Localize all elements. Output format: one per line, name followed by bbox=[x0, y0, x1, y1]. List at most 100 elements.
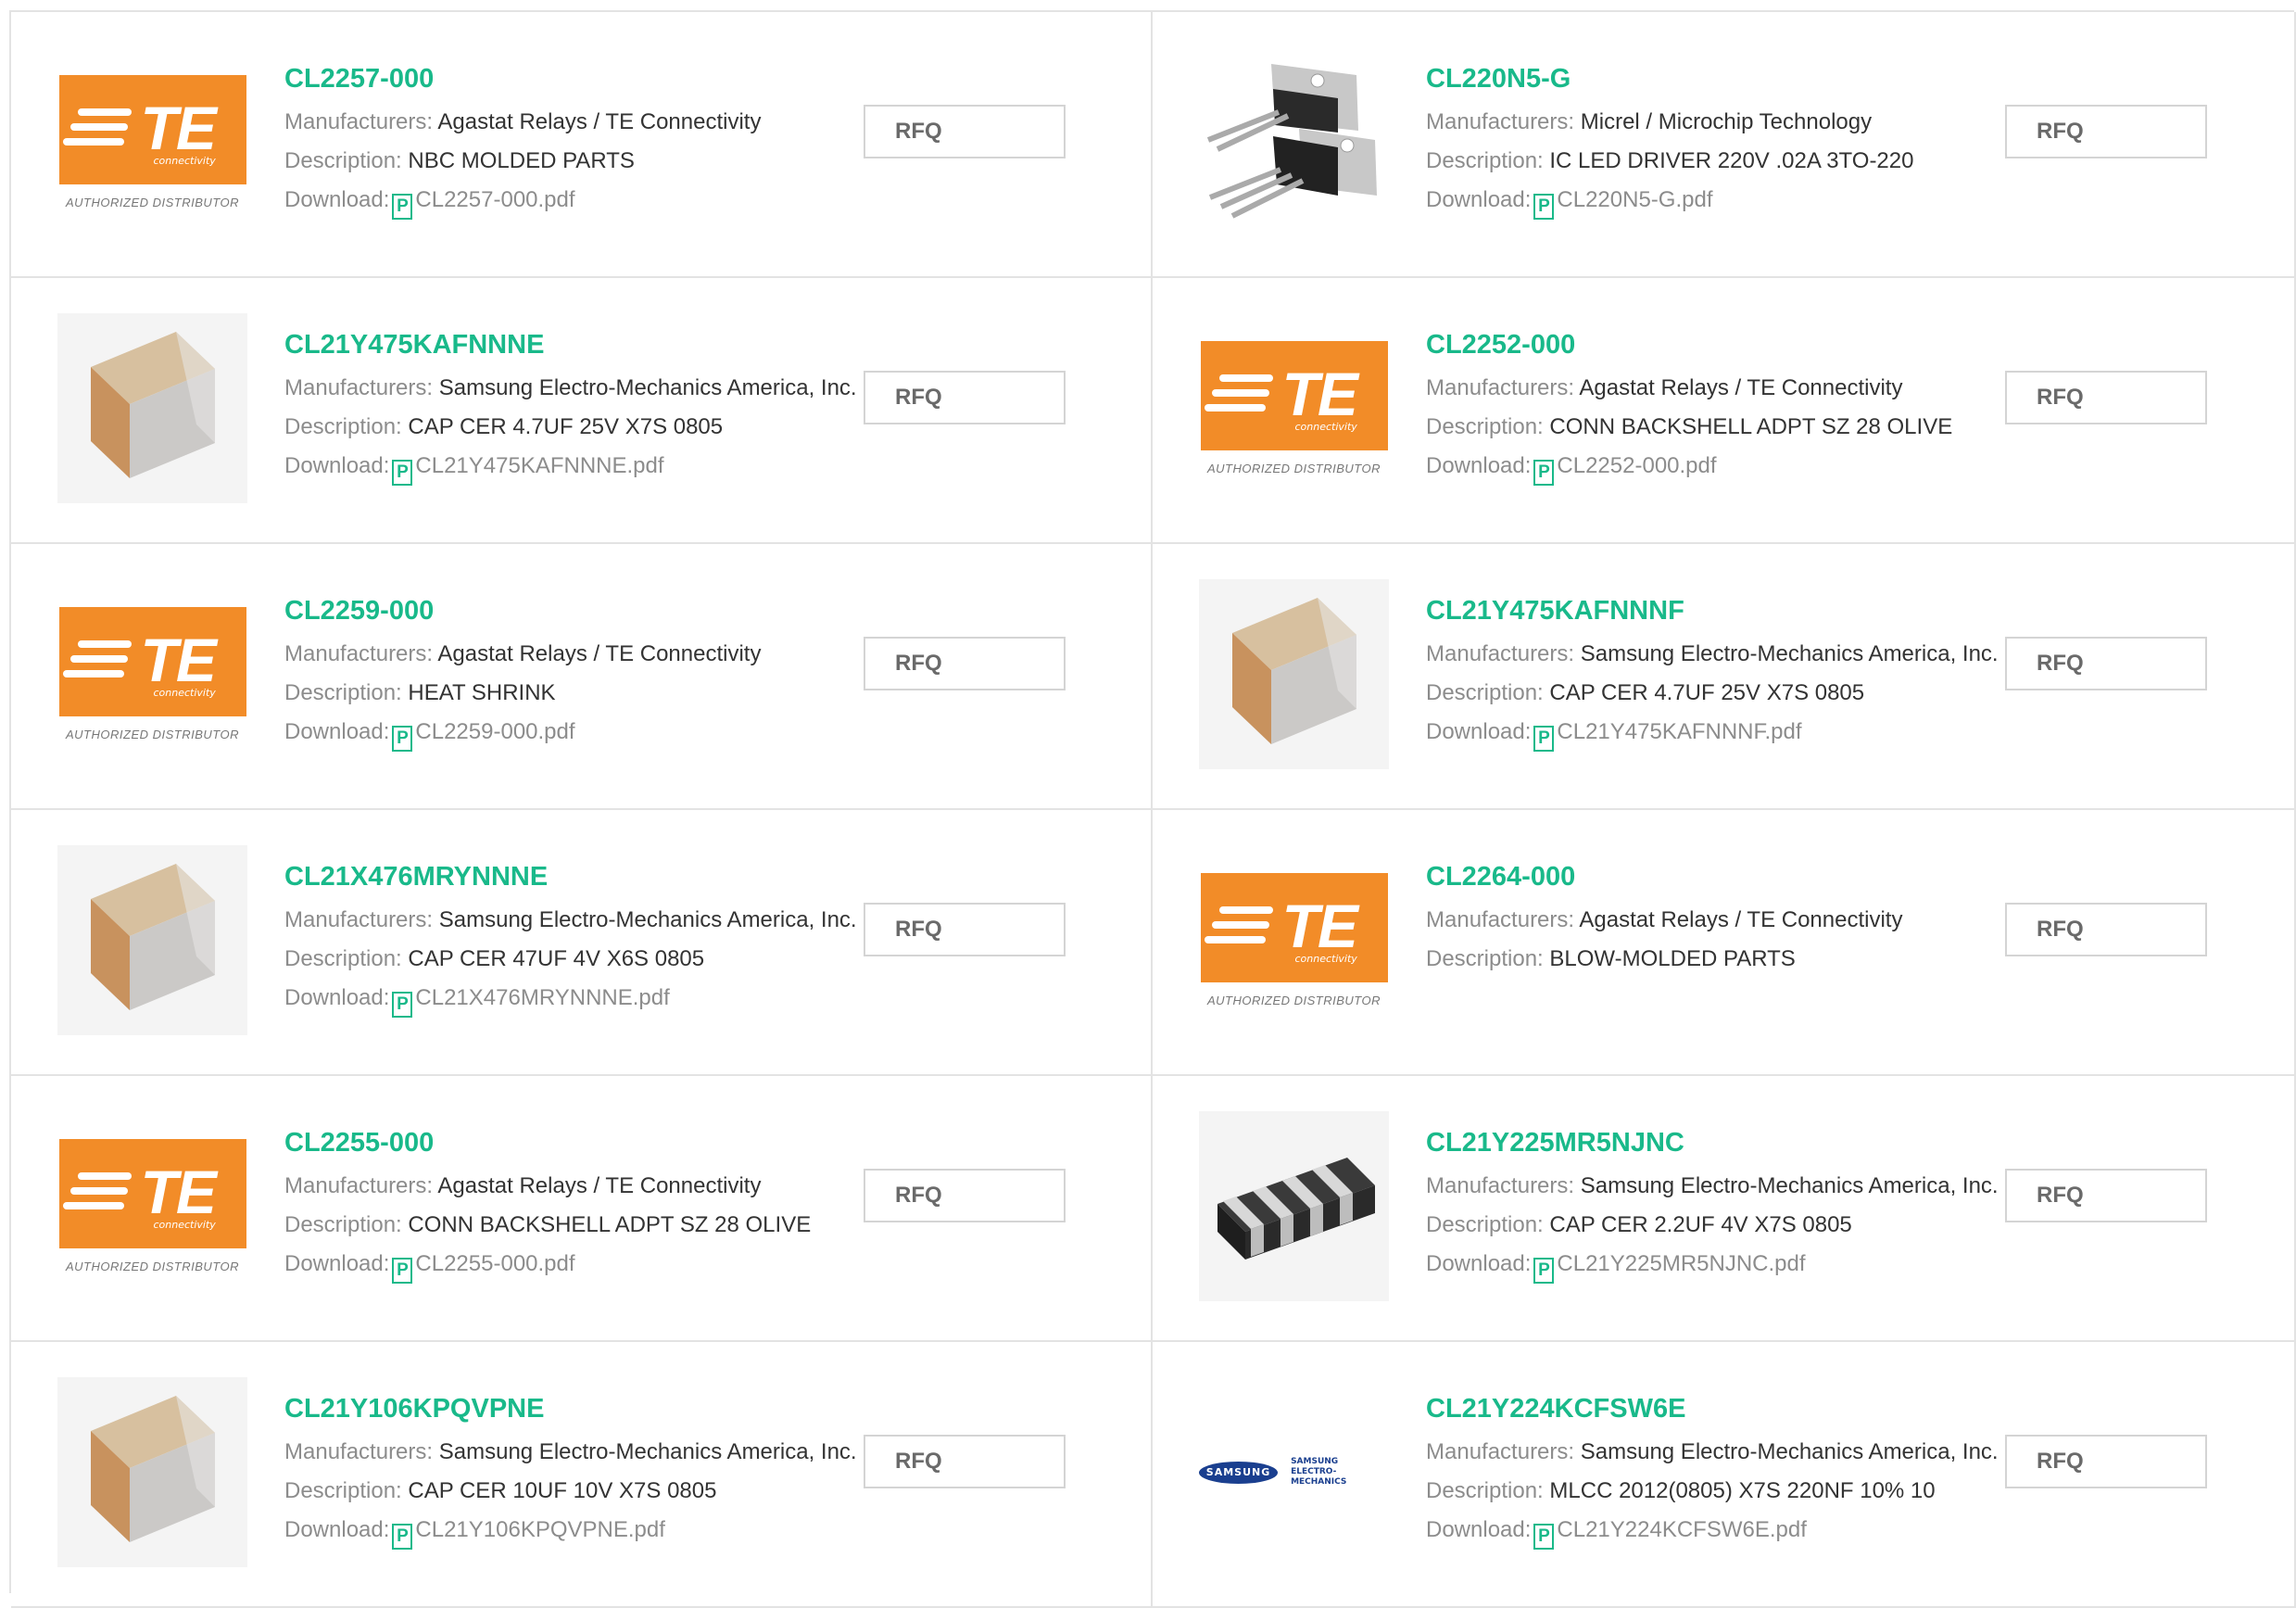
rfq-button[interactable]: RFQ bbox=[864, 105, 1066, 158]
description-label: Description: bbox=[1426, 1212, 1544, 1237]
datasheet-link[interactable]: P CL2259-000.pdf bbox=[389, 719, 575, 752]
product-image[interactable] bbox=[57, 845, 247, 1035]
download-label: Download: bbox=[284, 1517, 390, 1542]
datasheet-link[interactable]: P CL2255-000.pdf bbox=[389, 1251, 575, 1284]
datasheet-filename: CL21Y106KPQVPNE.pdf bbox=[415, 1517, 665, 1542]
description-value: CAP CER 4.7UF 25V X7S 0805 bbox=[1549, 680, 1865, 705]
te-logo-subtext: connectivity bbox=[1294, 421, 1357, 433]
datasheet-link[interactable]: P CL220N5-G.pdf bbox=[1531, 187, 1713, 220]
pdf-icon: P bbox=[1533, 1258, 1555, 1284]
te-logo-text: TE bbox=[140, 94, 217, 162]
download-label: Download: bbox=[1426, 1251, 1532, 1276]
datasheet-link[interactable]: P CL21Y224KCFSW6E.pdf bbox=[1531, 1517, 1807, 1550]
product-info: CL21Y225MR5NJNC Manufacturers: Samsung E… bbox=[1426, 1124, 2019, 1284]
product-image[interactable] bbox=[57, 1377, 247, 1567]
rfq-button[interactable]: RFQ bbox=[864, 1169, 1066, 1222]
part-number-link[interactable]: CL2255-000 bbox=[284, 1124, 877, 1161]
product-image[interactable]: TE connectivity AUTHORIZED DISTRIBUTOR bbox=[1199, 845, 1389, 1035]
description-label: Description: bbox=[284, 1478, 402, 1503]
description-line: Description: BLOW-MOLDED PARTS bbox=[1426, 940, 2019, 979]
description-value: CONN BACKSHELL ADPT SZ 28 OLIVE bbox=[408, 1212, 812, 1237]
rfq-button[interactable]: RFQ bbox=[2005, 637, 2207, 690]
datasheet-filename: CL21X476MRYNNNE.pdf bbox=[415, 985, 670, 1010]
datasheet-link[interactable]: P CL21Y106KPQVPNE.pdf bbox=[389, 1517, 665, 1550]
product-image[interactable]: TE connectivity AUTHORIZED DISTRIBUTOR bbox=[57, 579, 247, 769]
product-image[interactable]: SAMSUNG SAMSUNG ELECTRO-MECHANICS bbox=[1199, 1377, 1389, 1567]
product-image[interactable] bbox=[1199, 579, 1389, 769]
manufacturer-value: Micrel / Microchip Technology bbox=[1580, 109, 1873, 134]
description-label: Description: bbox=[284, 680, 402, 705]
product-image[interactable] bbox=[57, 313, 247, 503]
description-label: Description: bbox=[1426, 680, 1544, 705]
datasheet-link[interactable]: P CL2257-000.pdf bbox=[389, 187, 575, 220]
manufacturer-label: Manufacturers: bbox=[284, 1173, 434, 1198]
te-logo-box: TE connectivity bbox=[1200, 341, 1388, 450]
product-info: CL2252-000 Manufacturers: Agastat Relays… bbox=[1426, 326, 2019, 486]
datasheet-link[interactable]: P CL21Y225MR5NJNC.pdf bbox=[1531, 1251, 1806, 1284]
rfq-button[interactable]: RFQ bbox=[864, 371, 1066, 424]
part-number-link[interactable]: CL2264-000 bbox=[1426, 858, 2019, 895]
product-image[interactable]: TE connectivity AUTHORIZED DISTRIBUTOR bbox=[57, 47, 247, 237]
mlcc-chip-icon bbox=[1199, 579, 1389, 769]
rfq-button[interactable]: RFQ bbox=[2005, 105, 2207, 158]
te-logo-bar bbox=[62, 670, 124, 677]
description-value: MLCC 2012(0805) X7S 220NF 10% 10 bbox=[1549, 1478, 1936, 1503]
rfq-button[interactable]: RFQ bbox=[864, 903, 1066, 956]
part-number-link[interactable]: CL2257-000 bbox=[284, 60, 877, 97]
rfq-button[interactable]: RFQ bbox=[864, 1435, 1066, 1488]
rfq-button[interactable]: RFQ bbox=[2005, 371, 2207, 424]
part-number-link[interactable]: CL21Y475KAFNNNE bbox=[284, 326, 877, 363]
pdf-icon: P bbox=[392, 1258, 413, 1284]
te-logo-text: TE bbox=[140, 626, 217, 694]
description-label: Description: bbox=[284, 946, 402, 971]
te-logo-box: TE connectivity bbox=[58, 1139, 246, 1248]
product-info: CL2264-000 Manufacturers: Agastat Relays… bbox=[1426, 858, 2019, 979]
download-line: Download: P CL21Y475KAFNNNE.pdf bbox=[284, 447, 877, 486]
part-number-link[interactable]: CL21X476MRYNNNE bbox=[284, 858, 877, 895]
rfq-button[interactable]: RFQ bbox=[2005, 903, 2207, 956]
te-logo-subtext: connectivity bbox=[153, 155, 216, 167]
datasheet-link[interactable]: P CL21Y475KAFNNNE.pdf bbox=[389, 453, 664, 486]
description-value: IC LED DRIVER 220V .02A 3TO-220 bbox=[1549, 148, 1914, 173]
part-number-link[interactable]: CL21Y225MR5NJNC bbox=[1426, 1124, 2019, 1161]
description-line: Description: CAP CER 47UF 4V X6S 0805 bbox=[284, 940, 877, 979]
authorized-distributor-caption: AUTHORIZED DISTRIBUTOR bbox=[66, 728, 239, 741]
download-line: Download: P CL21X476MRYNNNE.pdf bbox=[284, 979, 877, 1018]
part-number-link[interactable]: CL2252-000 bbox=[1426, 326, 2019, 363]
manufacturer-value: Agastat Relays / TE Connectivity bbox=[437, 641, 762, 666]
samsung-logo-line2: ELECTRO-MECHANICS bbox=[1291, 1467, 1347, 1487]
datasheet-filename: CL21Y475KAFNNNF.pdf bbox=[1557, 719, 1802, 744]
product-image[interactable] bbox=[1199, 1111, 1389, 1301]
manufacturer-value: Samsung Electro-Mechanics America, Inc. bbox=[438, 1439, 857, 1464]
manufacturer-label: Manufacturers: bbox=[1426, 907, 1575, 932]
datasheet-link[interactable]: P CL21X476MRYNNNE.pdf bbox=[389, 985, 670, 1018]
product-image[interactable]: TE connectivity AUTHORIZED DISTRIBUTOR bbox=[57, 1111, 247, 1301]
part-number-link[interactable]: CL21Y106KPQVPNE bbox=[284, 1390, 877, 1427]
manufacturer-value: Agastat Relays / TE Connectivity bbox=[1579, 907, 1903, 932]
part-number-link[interactable]: CL21Y224KCFSW6E bbox=[1426, 1390, 2019, 1427]
product-image[interactable]: TE connectivity AUTHORIZED DISTRIBUTOR bbox=[1199, 313, 1389, 503]
rfq-button[interactable]: RFQ bbox=[2005, 1169, 2207, 1222]
datasheet-link[interactable]: P CL21Y475KAFNNNF.pdf bbox=[1531, 719, 1802, 752]
rfq-button[interactable]: RFQ bbox=[864, 637, 1066, 690]
product-image[interactable] bbox=[1199, 47, 1389, 237]
rfq-button[interactable]: RFQ bbox=[2005, 1435, 2207, 1488]
te-logo-text: TE bbox=[1281, 892, 1358, 960]
download-label: Download: bbox=[1426, 453, 1532, 478]
description-value: CONN BACKSHELL ADPT SZ 28 OLIVE bbox=[1549, 414, 1953, 439]
part-number-link[interactable]: CL220N5-G bbox=[1426, 60, 2019, 97]
te-logo-subtext: connectivity bbox=[153, 687, 216, 699]
part-number-link[interactable]: CL2259-000 bbox=[284, 592, 877, 629]
product-card: CL21Y475KAFNNNF Manufacturers: Samsung E… bbox=[1153, 544, 2296, 810]
description-label: Description: bbox=[1426, 1478, 1544, 1503]
manufacturer-label: Manufacturers: bbox=[1426, 1173, 1575, 1198]
manufacturer-line: Manufacturers: Agastat Relays / TE Conne… bbox=[284, 635, 877, 674]
description-line: Description: NBC MOLDED PARTS bbox=[284, 142, 877, 181]
te-connectivity-logo: TE connectivity AUTHORIZED DISTRIBUTOR bbox=[58, 607, 246, 741]
datasheet-link[interactable]: P CL2252-000.pdf bbox=[1531, 453, 1717, 486]
pdf-icon: P bbox=[1533, 726, 1555, 752]
part-number-link[interactable]: CL21Y475KAFNNNF bbox=[1426, 592, 2019, 629]
description-value: NBC MOLDED PARTS bbox=[408, 148, 635, 173]
description-line: Description: MLCC 2012(0805) X7S 220NF 1… bbox=[1426, 1472, 2019, 1511]
te-logo-bar bbox=[62, 1202, 124, 1209]
